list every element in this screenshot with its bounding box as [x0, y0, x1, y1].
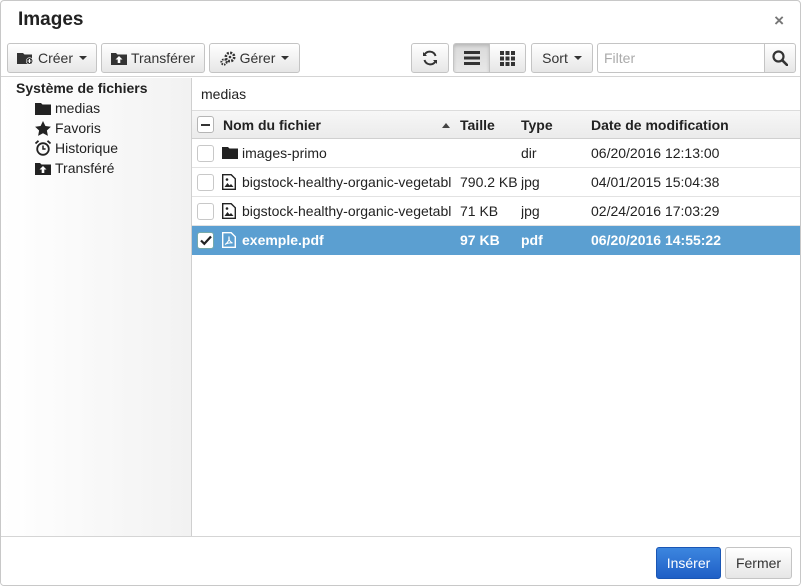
- image-file-icon: [222, 203, 238, 219]
- folder-icon: [222, 145, 238, 161]
- file-name: bigstock-healthy-organic-vegetabl: [242, 203, 452, 219]
- dialog-header: Images ×: [1, 1, 800, 39]
- folder-plus-icon: [16, 51, 34, 65]
- row-checkbox[interactable]: [197, 203, 214, 220]
- sidebar: Système de fichiers medias Favoris Histo…: [1, 78, 192, 536]
- star-icon: [35, 120, 51, 136]
- file-size: [460, 139, 518, 167]
- pdf-file-icon: [222, 232, 238, 248]
- column-header-type[interactable]: Type: [521, 111, 553, 139]
- grid-view-button[interactable]: [489, 43, 526, 73]
- search-icon: [772, 50, 788, 66]
- filter-input[interactable]: [597, 43, 764, 73]
- sidebar-item-historique[interactable]: Historique: [35, 138, 118, 158]
- refresh-button[interactable]: [411, 43, 449, 73]
- dialog-title: Images: [18, 9, 84, 30]
- list-view-button[interactable]: [453, 43, 490, 73]
- file-size: 71 KB: [460, 203, 499, 219]
- file-date: 06/20/2016 14:55:22: [591, 232, 721, 248]
- search-button[interactable]: [764, 43, 796, 73]
- sidebar-item-label: medias: [55, 100, 101, 116]
- sidebar-root-filesystem[interactable]: Système de fichiers: [16, 80, 148, 96]
- sidebar-item-medias[interactable]: medias: [35, 98, 100, 118]
- column-header-name[interactable]: Nom du fichier: [223, 111, 321, 139]
- table-row[interactable]: bigstock-healthy-organic-vegetabl 71 KB …: [192, 197, 800, 226]
- create-button[interactable]: Créer: [7, 43, 97, 73]
- file-date: 02/24/2016 17:03:29: [591, 203, 720, 219]
- image-file-icon: [222, 174, 238, 190]
- sort-button[interactable]: Sort: [531, 43, 593, 73]
- sidebar-item-label: Transféré: [55, 160, 115, 176]
- checkmark-icon: [200, 235, 212, 246]
- row-checkbox[interactable]: [197, 174, 214, 191]
- file-name: bigstock-healthy-organic-vegetabl: [242, 174, 452, 190]
- select-all-checkbox[interactable]: [197, 116, 214, 133]
- file-size: 97 KB: [460, 232, 500, 248]
- file-type: jpg: [521, 174, 540, 190]
- column-header-date[interactable]: Date de modification: [591, 111, 729, 139]
- upload-button-label: Transférer: [130, 50, 196, 66]
- chevron-down-icon: [573, 56, 582, 60]
- sidebar-item-favoris[interactable]: Favoris: [35, 118, 101, 138]
- chevron-down-icon: [281, 56, 290, 60]
- toolbar: Créer Transférer Gérer Sort Filter: [1, 39, 800, 77]
- column-header-size[interactable]: Taille: [460, 111, 495, 139]
- file-type: jpg: [521, 203, 540, 219]
- file-type: pdf: [521, 232, 543, 248]
- chevron-down-icon: [79, 56, 87, 60]
- sidebar-item-transfere[interactable]: Transféré: [35, 158, 114, 178]
- close-button[interactable]: Fermer: [725, 547, 792, 579]
- upload-icon: [35, 160, 51, 176]
- close-icon[interactable]: ×: [774, 12, 784, 29]
- folder-icon: [35, 100, 51, 116]
- refresh-icon: [421, 49, 439, 67]
- file-date: 04/01/2015 15:04:38: [591, 174, 720, 190]
- list-view-icon: [463, 51, 480, 65]
- gears-icon: [219, 51, 236, 66]
- dialog-footer: Insérer Fermer: [1, 536, 800, 585]
- file-type: dir: [521, 145, 537, 161]
- sort-button-label: Sort: [542, 50, 568, 66]
- file-browser: medias Nom du fichier Taille Type Date d…: [192, 78, 800, 536]
- table-header: Nom du fichier Taille Type Date de modif…: [192, 111, 800, 139]
- file-size: 790.2 KB: [460, 174, 518, 190]
- upload-button[interactable]: Transférer: [101, 43, 205, 73]
- sidebar-item-label: Favoris: [55, 120, 101, 136]
- create-button-label: Créer: [37, 50, 73, 66]
- table-row[interactable]: bigstock-healthy-organic-vegetabl 790.2 …: [192, 168, 800, 197]
- upload-icon: [110, 51, 127, 65]
- manage-button[interactable]: Gérer: [209, 43, 300, 73]
- breadcrumb: medias: [192, 78, 800, 111]
- row-checkbox-checked[interactable]: [197, 232, 214, 249]
- alarm-clock-icon: [35, 140, 51, 156]
- table-row-selected[interactable]: exemple.pdf 97 KB pdf 06/20/2016 14:55:2…: [192, 226, 800, 255]
- file-name: exemple.pdf: [242, 232, 324, 248]
- file-date: 06/20/2016 12:13:00: [591, 145, 720, 161]
- table-row[interactable]: images-primo dir 06/20/2016 12:13:00: [192, 139, 800, 168]
- sort-ascending-icon: [442, 123, 450, 128]
- sidebar-item-label: Historique: [55, 140, 119, 156]
- manage-button-label: Gérer: [239, 50, 276, 66]
- images-dialog: Images × Créer Transférer Gérer Sort Fil…: [0, 0, 801, 586]
- insert-button[interactable]: Insérer: [656, 547, 721, 579]
- row-checkbox[interactable]: [197, 145, 214, 162]
- grid-view-icon: [500, 50, 515, 66]
- file-name: images-primo: [242, 145, 327, 161]
